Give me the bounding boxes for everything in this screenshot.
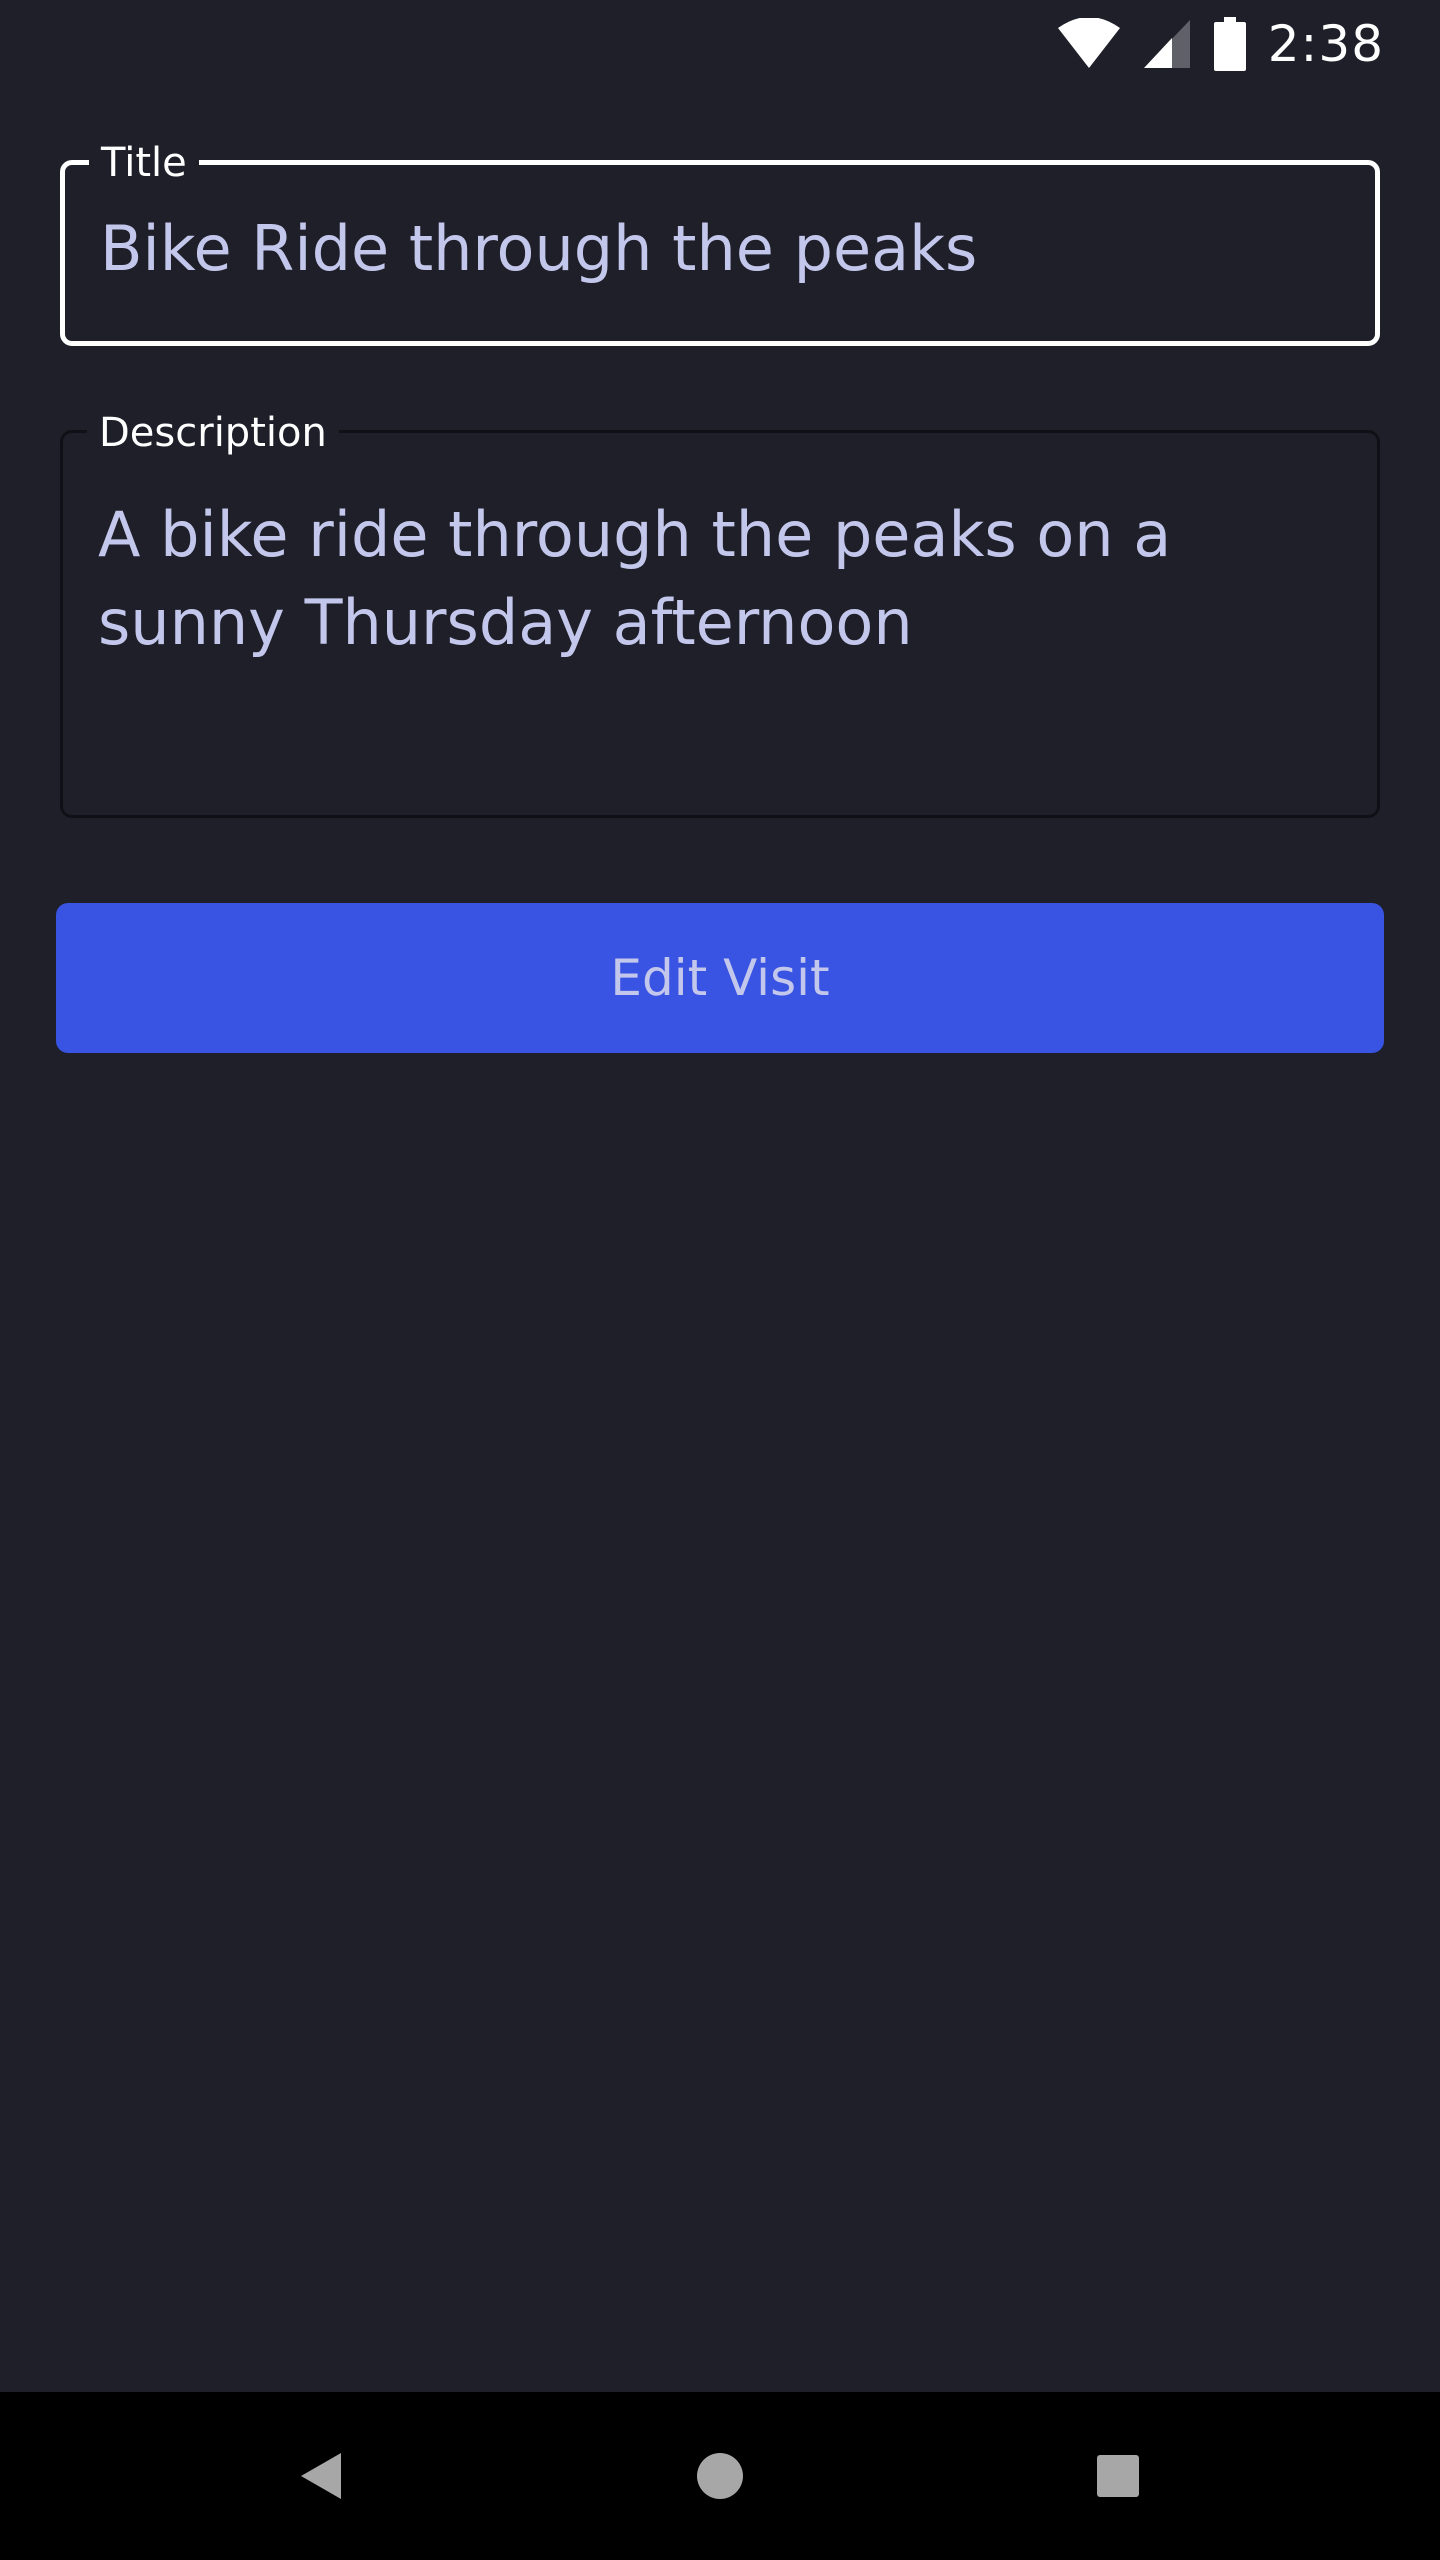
back-icon[interactable]	[299, 2451, 343, 2501]
title-field-label: Title	[89, 139, 199, 187]
status-icons: 2:38	[1057, 12, 1384, 76]
status-time: 2:38	[1267, 15, 1384, 73]
cell-signal-icon	[1142, 18, 1192, 70]
wifi-icon	[1057, 18, 1120, 70]
battery-icon	[1213, 17, 1246, 71]
description-field-label: Description	[87, 409, 339, 457]
description-input[interactable]: A bike ride through the peaks on a sunny…	[98, 491, 1342, 667]
home-icon[interactable]	[696, 2452, 744, 2500]
recents-icon[interactable]	[1096, 2454, 1140, 2498]
edit-visit-screen: 2:38 Title Bike Ride through the peaks D…	[0, 0, 1440, 2560]
edit-visit-button[interactable]: Edit Visit	[56, 903, 1384, 1053]
navigation-bar	[0, 2392, 1440, 2560]
title-field[interactable]: Title Bike Ride through the peaks	[60, 139, 1380, 346]
title-input[interactable]: Bike Ride through the peaks	[100, 205, 1340, 293]
status-bar: 2:38	[0, 0, 1440, 84]
description-field[interactable]: Description A bike ride through the peak…	[60, 409, 1380, 818]
